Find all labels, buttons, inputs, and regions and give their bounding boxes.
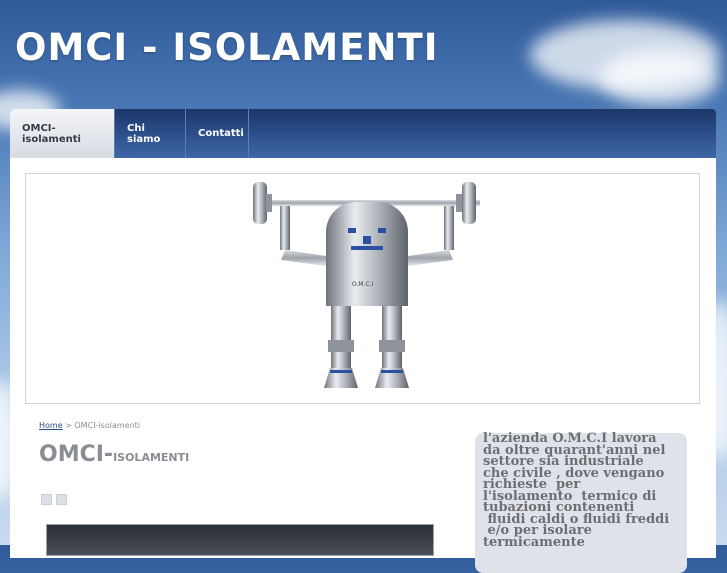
content-area: O.M.C.I Home > OMCI-isolamenti OMCI-isol… — [10, 158, 716, 573]
sidebar-description: l'azienda O.M.C.I lavora da oltre quaran… — [483, 431, 670, 550]
main-navigation: OMCI-isolamenti Chi siamo Contatti — [10, 109, 716, 158]
page-title-first: OMCI- — [39, 442, 114, 467]
sky-cloud — [600, 50, 720, 105]
breadcrumb-current: OMCI-isolamenti — [74, 421, 141, 430]
page-title-rest: isolamenti — [113, 446, 190, 465]
nav-item-omci-isolamenti[interactable]: OMCI-isolamenti — [10, 109, 115, 158]
breadcrumb: Home > OMCI-isolamenti — [39, 421, 140, 430]
breadcrumb-separator: > — [65, 421, 72, 430]
slideshow-dot[interactable] — [41, 494, 52, 505]
robot-badge-text: O.M.C.I — [352, 281, 374, 288]
nav-item-chi-siamo[interactable]: Chi siamo — [115, 109, 186, 158]
content-photo — [46, 524, 434, 556]
breadcrumb-home-link[interactable]: Home — [39, 421, 63, 430]
nav-item-contatti[interactable]: Contatti — [186, 109, 249, 158]
slideshow-dot[interactable] — [56, 494, 67, 505]
robot-mascot-image: O.M.C.I — [253, 182, 480, 388]
hero-banner: O.M.C.I — [25, 173, 700, 404]
page-title: OMCI-isolamenti — [39, 439, 189, 467]
site-title: OMCI - ISOLAMENTI — [15, 26, 439, 69]
sidebar-info-box: l'azienda O.M.C.I lavora da oltre quaran… — [475, 431, 687, 573]
slideshow-controls — [41, 494, 67, 505]
